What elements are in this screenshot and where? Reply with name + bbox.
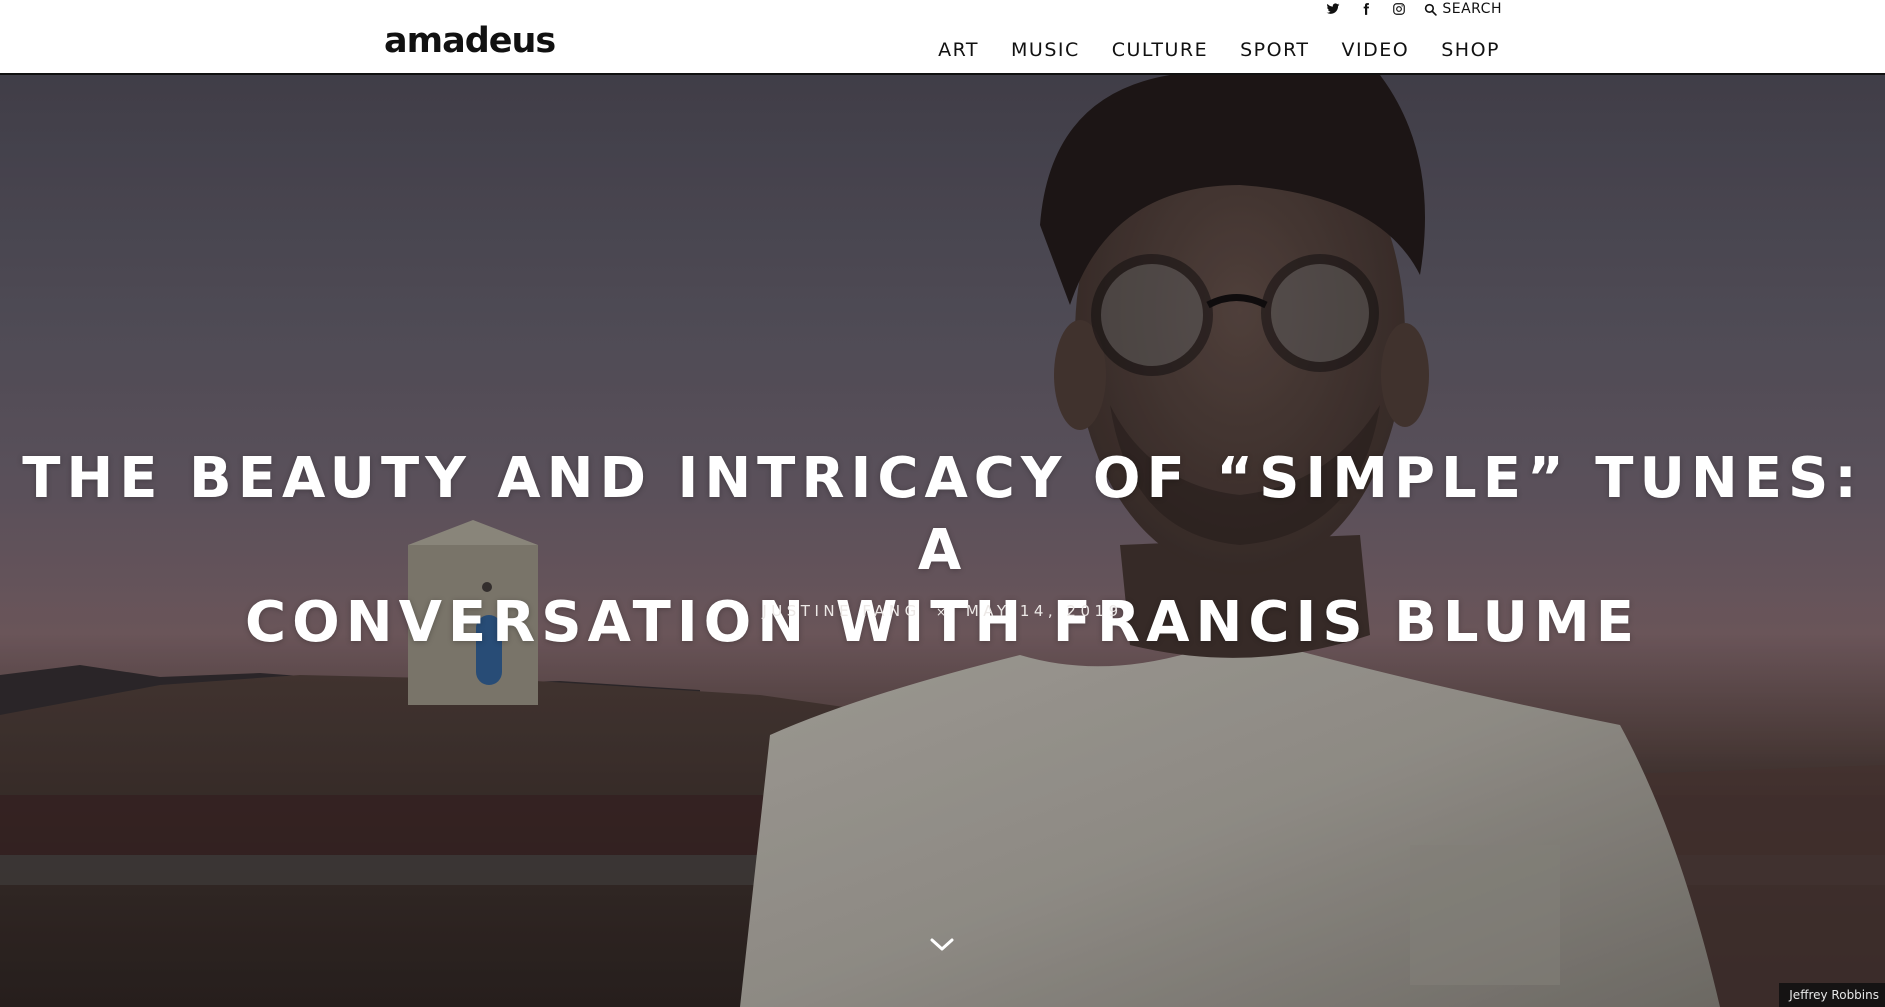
search-icon <box>1425 3 1438 16</box>
photo-credit: Jeffrey Robbins <box>1779 983 1885 1007</box>
nav-item-culture[interactable]: CULTURE <box>1112 37 1208 63</box>
chevron-down-icon[interactable] <box>929 937 955 953</box>
article-title: THE BEAUTY AND INTRICACY OF “SIMPLE” TUN… <box>0 443 1885 659</box>
nav-item-shop[interactable]: SHOP <box>1441 37 1500 63</box>
search-button[interactable]: SEARCH <box>1424 1 1502 17</box>
nav-item-art[interactable]: ART <box>938 37 979 63</box>
article-title-line-1: THE BEAUTY AND INTRICACY OF “SIMPLE” TUN… <box>22 446 1863 583</box>
main-nav: ART MUSIC CULTURE SPORT VIDEO SHOP <box>938 37 1500 63</box>
nav-item-sport[interactable]: SPORT <box>1240 37 1309 63</box>
utility-bar: SEARCH <box>1325 0 1502 18</box>
site-header: amadeus SEARCH ART MUSIC CULTURE SPORT V… <box>0 0 1885 75</box>
nav-item-music[interactable]: MUSIC <box>1011 37 1080 63</box>
byline-separator: × <box>936 605 951 619</box>
publish-date: MAY 14, 2019 <box>965 602 1123 620</box>
author-name[interactable]: JUSTINE FANG <box>762 602 920 620</box>
nav-item-video[interactable]: VIDEO <box>1342 37 1410 63</box>
hero-banner: THE BEAUTY AND INTRICACY OF “SIMPLE” TUN… <box>0 75 1885 1007</box>
article-byline: JUSTINE FANG × MAY 14, 2019 <box>0 602 1885 620</box>
article-title-line-2: CONVERSATION WITH FRANCIS BLUME <box>245 590 1640 655</box>
facebook-icon[interactable] <box>1358 1 1374 17</box>
twitter-icon[interactable] <box>1325 1 1341 17</box>
search-label: SEARCH <box>1442 1 1502 17</box>
site-logo[interactable]: amadeus <box>384 24 556 59</box>
instagram-icon[interactable] <box>1391 1 1407 17</box>
